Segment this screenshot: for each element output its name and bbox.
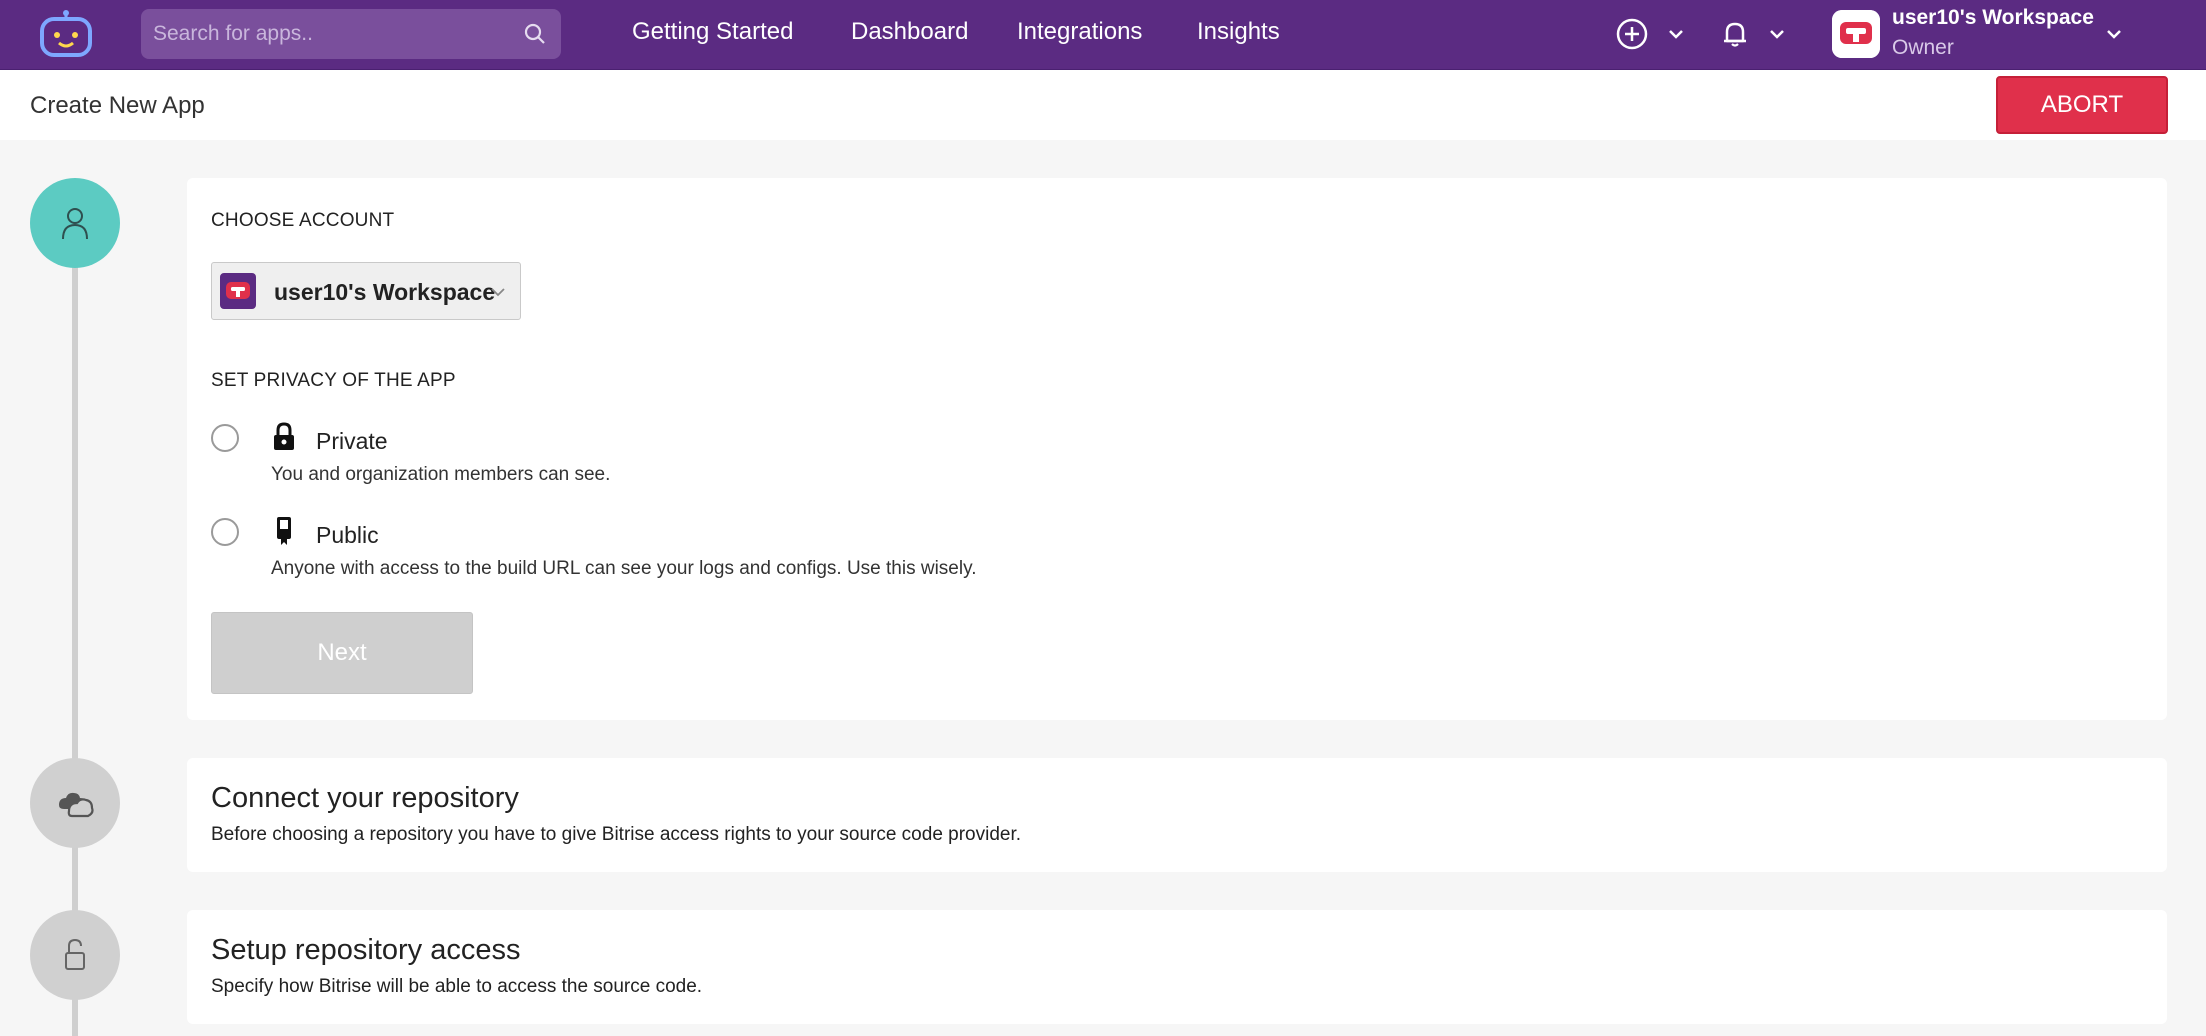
connect-repository-title: Connect your repository xyxy=(211,782,519,814)
workspace-avatar[interactable] xyxy=(1832,10,1880,58)
privacy-label: SET PRIVACY OF THE APP xyxy=(211,370,456,391)
workspace-logo-icon xyxy=(1832,10,1880,58)
chevron-down-icon xyxy=(491,288,505,297)
public-radio[interactable] xyxy=(211,518,239,546)
lock-icon xyxy=(274,422,294,450)
setup-repository-access-desc: Specify how Bitrise will be able to acce… xyxy=(211,976,703,997)
nav-getting-started[interactable]: Getting Started xyxy=(632,18,793,46)
choose-account-label: CHOOSE ACCOUNT xyxy=(211,210,395,231)
workspace-name[interactable]: user10's Workspace xyxy=(1892,6,2094,30)
chevron-down-icon[interactable] xyxy=(1666,24,1686,44)
unlock-icon xyxy=(65,938,85,970)
bitrise-logo-icon[interactable] xyxy=(38,10,94,58)
chevron-down-icon[interactable] xyxy=(1767,24,1787,44)
abort-button[interactable]: ABORT xyxy=(1996,76,2168,134)
setup-repository-access-title: Setup repository access xyxy=(211,934,521,966)
nav-integrations[interactable]: Integrations xyxy=(1017,18,1142,46)
selected-account-name: user10's Workspace xyxy=(274,279,496,305)
connect-repository-desc: Before choosing a repository you have to… xyxy=(211,824,1022,845)
public-option-desc: Anyone with access to the build URL can … xyxy=(271,558,977,579)
bell-icon[interactable] xyxy=(1717,16,1753,52)
account-avatar xyxy=(220,273,256,309)
nav-insights[interactable]: Insights xyxy=(1197,18,1280,46)
user-icon xyxy=(62,208,88,240)
search-icon[interactable] xyxy=(523,22,547,46)
page-title: Create New App xyxy=(30,92,205,119)
private-option-desc: You and organization members can see. xyxy=(271,464,611,485)
public-option-title[interactable]: Public xyxy=(316,522,379,549)
workspace-role: Owner xyxy=(1892,36,1954,59)
private-option-title[interactable]: Private xyxy=(316,428,388,455)
private-radio[interactable] xyxy=(211,424,239,452)
choose-account-card: CHOOSE ACCOUNT user10's Workspace SET PR… xyxy=(187,178,2167,720)
step-1-indicator xyxy=(30,178,120,268)
setup-repository-access-card: Setup repository access Specify how Bitr… xyxy=(187,910,2167,1024)
step-3-indicator xyxy=(30,910,120,1000)
top-navigation-bar: Getting Started Dashboard Integrations I… xyxy=(0,0,2206,70)
search-box xyxy=(141,9,561,59)
search-input[interactable] xyxy=(153,9,513,59)
next-button[interactable]: Next xyxy=(211,612,473,694)
nav-dashboard[interactable]: Dashboard xyxy=(851,18,968,46)
workspace-logo-icon xyxy=(226,282,250,299)
step-2-indicator xyxy=(30,758,120,848)
page-header: Create New App ABORT xyxy=(0,70,2206,140)
cloud-icon xyxy=(59,792,94,818)
account-select[interactable]: user10's Workspace xyxy=(211,262,521,320)
add-circle-icon[interactable] xyxy=(1614,16,1650,52)
chevron-down-icon[interactable] xyxy=(2104,24,2124,44)
connect-repository-card: Connect your repository Before choosing … xyxy=(187,758,2167,872)
badge-icon xyxy=(277,517,291,545)
